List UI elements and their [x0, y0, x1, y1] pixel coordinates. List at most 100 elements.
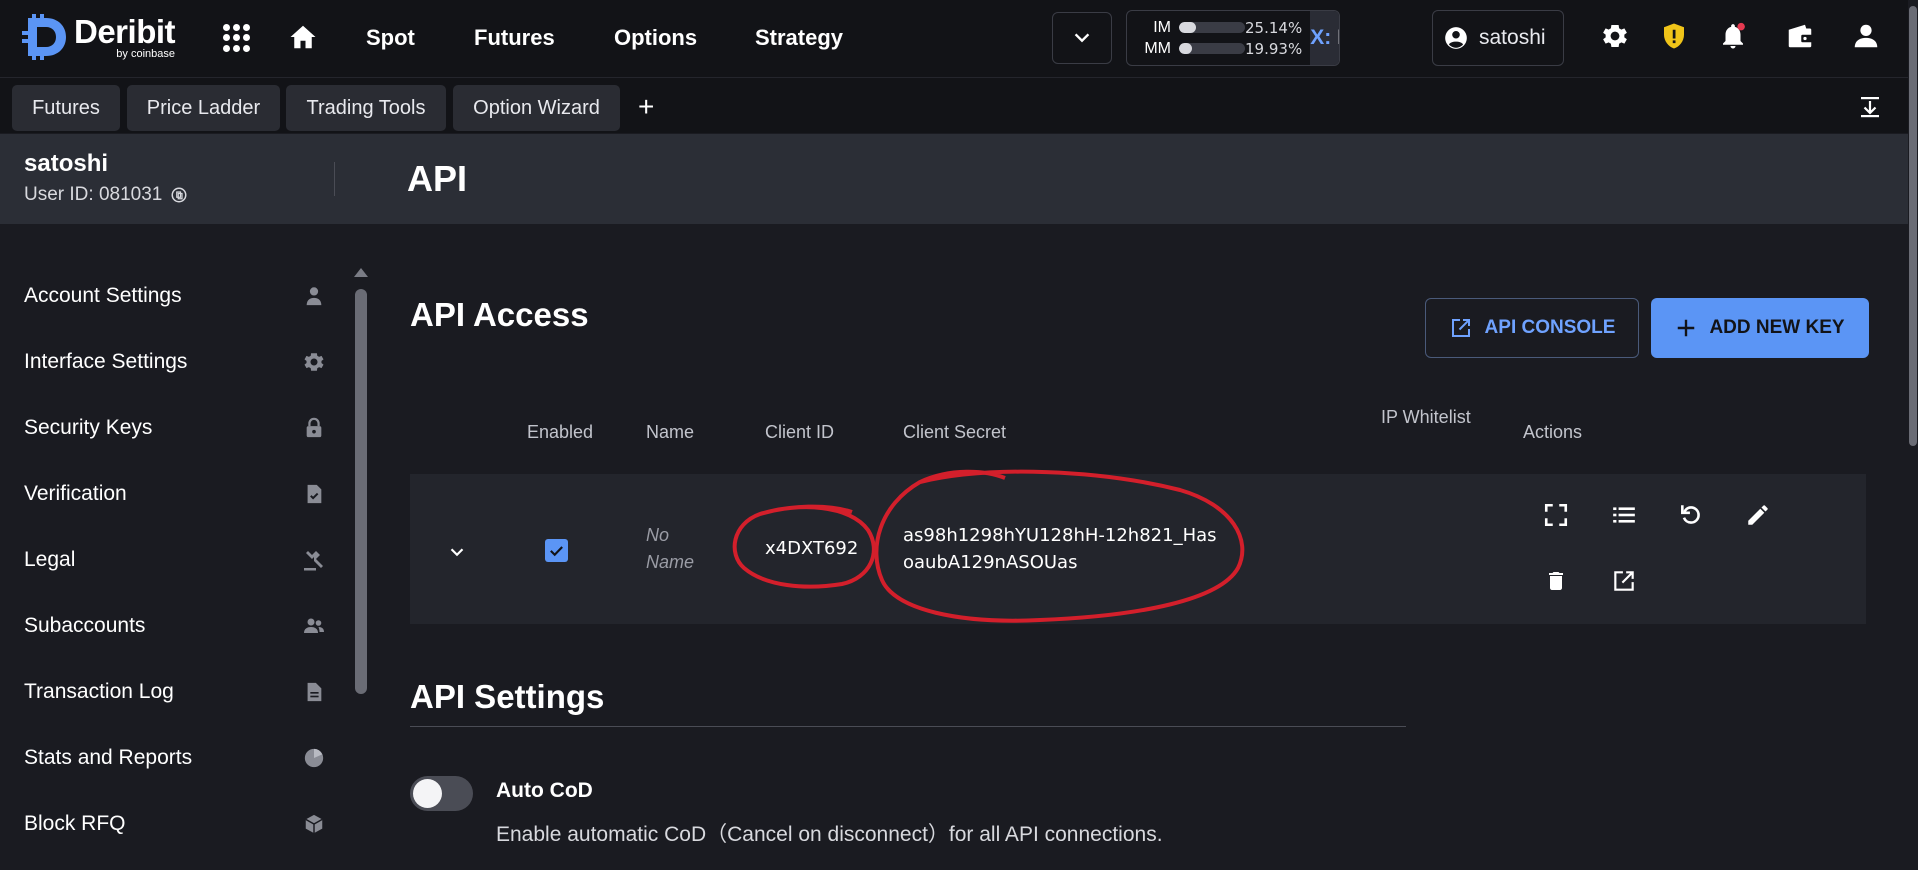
gavel-icon [302, 548, 326, 572]
plus-icon [1678, 319, 1695, 337]
copy-id-icon[interactable] [170, 186, 188, 204]
auto-cod-description: Enable automatic CoD（Cancel on disconnec… [496, 823, 1163, 846]
add-tab-button[interactable]: + [638, 91, 654, 123]
sidebar-item-verification[interactable]: Verification [24, 474, 326, 514]
client-id-value: x4DXT692 [765, 538, 859, 559]
column-header-enabled: Enabled [527, 422, 594, 442]
page-scrollbar-thumb[interactable] [1909, 6, 1917, 446]
security-shield-icon[interactable] [1659, 21, 1689, 51]
deribit-logo-icon [22, 14, 66, 60]
document-icon [302, 680, 326, 704]
top-bar: Deribit by coinbase Spot Futures Options… [0, 0, 1918, 77]
sidebar-item-label: Transaction Log [24, 680, 174, 703]
add-new-key-label: ADD NEW KEY [1709, 317, 1845, 338]
account-dropdown-button[interactable] [1052, 12, 1112, 64]
auto-cod-toggle[interactable] [410, 776, 473, 811]
workspace-tab-option-wizard[interactable]: Option Wizard [453, 85, 620, 131]
page-title: API [407, 158, 468, 199]
api-settings-divider [410, 726, 1406, 727]
enabled-checkbox[interactable] [545, 539, 568, 562]
sidebar-item-stats-and-reports[interactable]: Stats and Reports [24, 738, 326, 778]
account-header [0, 134, 1908, 224]
nav-futures[interactable]: Futures [474, 25, 555, 51]
notifications-bell-icon[interactable] [1718, 21, 1748, 51]
im-bar [1179, 22, 1245, 33]
account-username: satoshi [24, 150, 109, 177]
user-id-text: User ID: 081031 [24, 184, 163, 205]
sidebar-item-label: Account Settings [24, 284, 182, 307]
mm-value: 19.93% [1245, 39, 1303, 58]
workspace-tab-price-ladder[interactable]: Price Ladder [127, 85, 280, 131]
column-header-client-id: Client ID [765, 422, 835, 442]
external-link-icon [1451, 319, 1470, 337]
api-console-label: API CONSOLE [1484, 317, 1616, 338]
sidebar-item-security-keys[interactable]: Security Keys [24, 408, 326, 448]
reset-secret-icon[interactable] [1676, 500, 1706, 530]
sidebar-item-label: Stats and Reports [24, 746, 193, 769]
deribit-logo[interactable]: Deribit by coinbase [20, 12, 176, 60]
client-secret-value: as98h1298hYU128hH-12h821_HasoaubA129nASO… [903, 525, 1217, 573]
checkmark-icon [550, 546, 563, 557]
chevron-down-icon [1074, 33, 1090, 43]
workspace-tab-trading-tools[interactable]: Trading Tools [286, 85, 446, 131]
im-bar-fill [1179, 22, 1196, 33]
sidebar-item-label: Block RFQ [24, 812, 126, 835]
api-access-title: API Access [410, 296, 589, 333]
sidebar-item-block-rfq[interactable]: Block RFQ [24, 804, 326, 844]
im-value: 25.14% [1245, 18, 1303, 37]
pie-chart-icon [302, 746, 326, 770]
mm-bar-fill [1179, 43, 1193, 54]
margin-summary[interactable]: IM 25.14% MM 19.93% X: PM [1126, 10, 1340, 66]
delete-trash-icon[interactable] [1541, 566, 1571, 596]
wallet-icon[interactable] [1785, 21, 1815, 51]
user-menu-name: satoshi [1479, 26, 1546, 49]
fullscreen-icon[interactable] [1541, 500, 1571, 530]
cube-icon [302, 812, 326, 836]
sidebar-item-legal[interactable]: Legal [24, 540, 326, 580]
list-icon[interactable] [1609, 500, 1639, 530]
home-icon[interactable] [288, 22, 318, 52]
sidebar-item-label: Subaccounts [24, 614, 146, 637]
page-scrollbar[interactable] [1908, 0, 1918, 870]
user-menu-button[interactable]: satoshi [1432, 10, 1564, 66]
profile-icon[interactable] [1851, 21, 1881, 51]
key-name: No Name [646, 525, 695, 572]
im-label: IM [1153, 18, 1171, 36]
margin-mode-badge[interactable]: X: PM [1310, 11, 1339, 65]
gear-icon [302, 350, 326, 374]
nav-options[interactable]: Options [614, 25, 697, 51]
toggle-knob [413, 779, 442, 808]
sidebar-item-subaccounts[interactable]: Subaccounts [24, 606, 326, 646]
nav-spot[interactable]: Spot [366, 25, 415, 51]
sidebar-item-transaction-log[interactable]: Transaction Log [24, 672, 326, 712]
lock-icon [302, 416, 326, 440]
margin-mode-prefix: X: [1310, 26, 1332, 49]
mm-bar [1179, 43, 1245, 54]
sidebar-item-label: Legal [24, 548, 76, 571]
sidebar-scroll-up-arrow[interactable] [354, 268, 368, 277]
brand-name: Deribit [74, 12, 176, 50]
sidebar-item-interface-settings[interactable]: Interface Settings [24, 342, 326, 382]
edit-pencil-icon[interactable] [1743, 500, 1773, 530]
workspace-tab-futures[interactable]: Futures [12, 85, 120, 131]
mm-label: MM [1144, 39, 1171, 57]
api-console-button[interactable]: API CONSOLE [1425, 298, 1639, 358]
settings-gear-icon[interactable] [1600, 21, 1630, 51]
apps-grid-icon[interactable] [223, 24, 251, 52]
person-icon [302, 284, 326, 308]
sidebar-item-account-settings[interactable]: Account Settings [24, 276, 326, 316]
sidebar-scrollbar[interactable] [355, 289, 367, 694]
nav-strategy[interactable]: Strategy [755, 25, 843, 51]
collapse-panel-icon[interactable] [1858, 95, 1882, 119]
workspace-tabs-bar: Futures Price Ladder Trading Tools Optio… [0, 77, 1918, 133]
column-header-actions: Actions [1523, 422, 1583, 442]
column-header-ip-whitelist: IP Whitelist [1381, 407, 1471, 427]
sidebar-item-label: Verification [24, 482, 127, 505]
expand-row-chevron-icon[interactable] [446, 541, 468, 563]
people-icon [302, 614, 326, 638]
column-header-name: Name [646, 422, 695, 442]
mm-row: MM 19.93% [1139, 38, 1302, 59]
sidebar-item-label: Interface Settings [24, 350, 188, 373]
add-new-key-button[interactable]: ADD NEW KEY [1651, 298, 1869, 358]
open-external-icon[interactable] [1609, 566, 1639, 596]
